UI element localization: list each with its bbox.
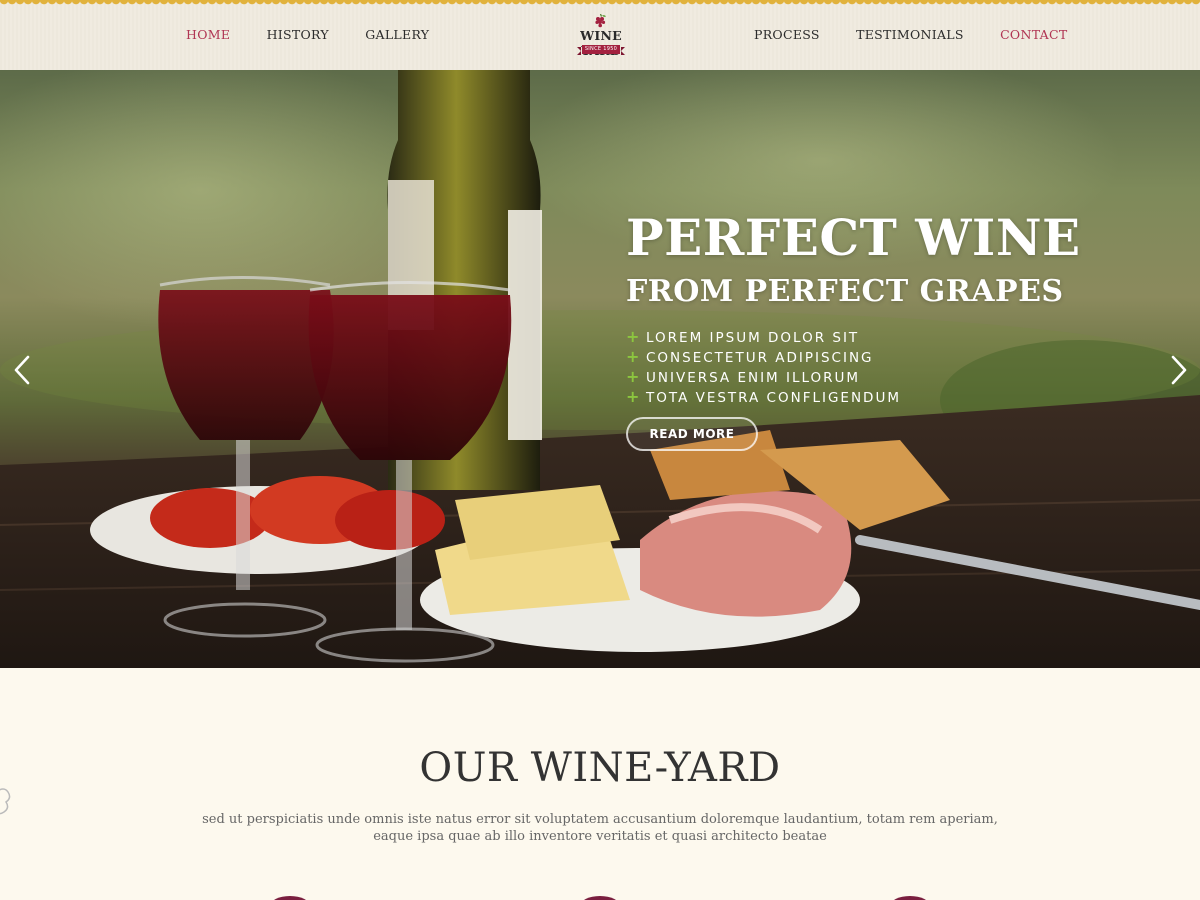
logo-tagline: SINCE 1950 bbox=[577, 45, 625, 55]
nav-right: PROCESS TESTIMONIALS CONTACT bbox=[754, 27, 1068, 42]
feature-text: CONSECTETUR ADIPISCING bbox=[646, 350, 874, 366]
nav-contact[interactable]: CONTACT bbox=[1000, 27, 1067, 42]
feature-circle bbox=[580, 896, 620, 900]
nav-gallery[interactable]: GALLERY bbox=[365, 27, 429, 42]
list-item: + UNIVERSA ENIM ILLORUM bbox=[626, 367, 901, 387]
hero-image-wine-table bbox=[0, 70, 1200, 668]
read-more-button[interactable]: READ MORE bbox=[626, 417, 758, 451]
plus-icon: + bbox=[626, 347, 640, 366]
feature-text: TOTA VESTRA CONFLIGENDUM bbox=[646, 390, 901, 406]
feature-circle bbox=[890, 896, 930, 900]
hero-slider: PERFECT WINE FROM PERFECT GRAPES + LOREM … bbox=[0, 70, 1200, 668]
feature-text: UNIVERSA ENIM ILLORUM bbox=[646, 370, 861, 386]
section-title: OUR WINE-YARD bbox=[419, 745, 781, 791]
hero-feature-list: + LOREM IPSUM DOLOR SIT + CONSECTETUR ADIP… bbox=[626, 327, 901, 407]
feature-text: LOREM IPSUM DOLOR SIT bbox=[646, 330, 860, 346]
site-header: HOME HISTORY GALLERY WINE YARD SINCE 195… bbox=[0, 0, 1200, 70]
site-logo[interactable]: WINE YARD SINCE 1950 bbox=[560, 14, 642, 58]
hero-title: PERFECT WINE bbox=[626, 208, 1081, 267]
chevron-right-icon[interactable] bbox=[1168, 353, 1190, 387]
list-item: + LOREM IPSUM DOLOR SIT bbox=[626, 327, 901, 347]
hero-subtitle: FROM PERFECT GRAPES bbox=[626, 274, 1064, 309]
nav-home[interactable]: HOME bbox=[186, 27, 230, 42]
section-text-line1: sed ut perspiciatis unde omnis iste natu… bbox=[202, 812, 998, 827]
feature-circle bbox=[270, 896, 310, 900]
list-item: + CONSECTETUR ADIPISCING bbox=[626, 347, 901, 367]
plus-icon: + bbox=[626, 387, 640, 406]
section-description: sed ut perspiciatis unde omnis iste natu… bbox=[200, 811, 1000, 845]
list-item: + TOTA VESTRA CONFLIGENDUM bbox=[626, 387, 901, 407]
nav-left: HOME HISTORY GALLERY bbox=[186, 27, 461, 42]
nav-history[interactable]: HISTORY bbox=[267, 27, 329, 42]
grape-icon bbox=[595, 14, 606, 28]
chevron-left-icon[interactable] bbox=[11, 353, 33, 387]
plus-icon: + bbox=[626, 327, 640, 346]
header-scallop-trim bbox=[0, 0, 1200, 7]
nav-process[interactable]: PROCESS bbox=[754, 27, 820, 42]
section-text-line2: eaque ipsa quae ab illo inventore verita… bbox=[373, 829, 827, 844]
nav-testimonials[interactable]: TESTIMONIALS bbox=[856, 27, 964, 42]
plus-icon: + bbox=[626, 367, 640, 386]
